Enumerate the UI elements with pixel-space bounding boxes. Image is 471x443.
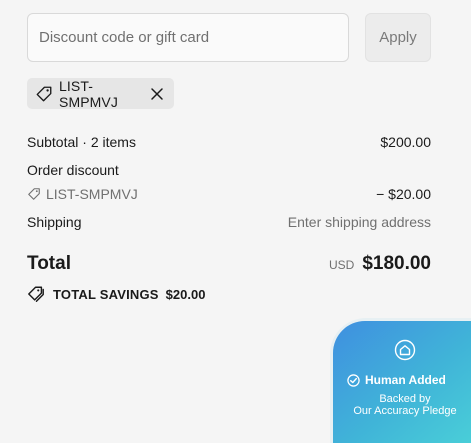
- close-icon: [151, 87, 163, 100]
- remove-discount-button[interactable]: [148, 85, 166, 103]
- badge-line-1: Backed by: [379, 393, 431, 405]
- subtotal-value: $200.00: [380, 134, 431, 150]
- apply-button-label: Apply: [379, 29, 417, 46]
- tag-icon: [28, 188, 40, 200]
- total-label: Total: [27, 253, 71, 274]
- total-savings: TOTAL SAVINGS $20.00: [27, 284, 205, 304]
- tags-icon: [28, 286, 44, 302]
- total-value: $180.00: [362, 253, 431, 274]
- order-discount-value: − $20.00: [376, 186, 431, 202]
- discount-code-input[interactable]: [27, 13, 349, 62]
- badge-title-row: Human Added: [347, 373, 446, 387]
- total-savings-value: $20.00: [165, 286, 206, 302]
- badge-body: Human Added Backed by Our Accuracy Pledg…: [333, 321, 471, 443]
- tag-icon: [36, 86, 52, 101]
- badge-line-2: Our Accuracy Pledge: [353, 405, 457, 417]
- currency-code: USD: [328, 258, 355, 272]
- applied-discount-chip: LIST-SMPMVJ: [27, 77, 174, 110]
- order-discount-code: LIST-SMPMVJ: [46, 186, 138, 202]
- apply-button[interactable]: Apply: [365, 13, 431, 62]
- applied-discount-code: LIST-SMPMVJ: [59, 77, 118, 110]
- total-savings-label: TOTAL SAVINGS: [53, 286, 159, 302]
- shipping-label: Shipping: [27, 214, 82, 230]
- human-added-badge[interactable]: Human Added Backed by Our Accuracy Pledg…: [330, 318, 471, 443]
- shipping-value: Enter shipping address: [287, 214, 431, 230]
- badge-title: Human Added: [365, 373, 446, 387]
- check-circle-icon: [347, 373, 360, 387]
- subtotal-label: Subtotal · 2 items: [27, 134, 136, 150]
- order-discount-code-row: LIST-SMPMVJ: [27, 185, 138, 203]
- home-icon: [394, 339, 416, 361]
- total-amount: USD $180.00: [329, 252, 431, 276]
- order-discount-label: Order discount: [27, 162, 119, 178]
